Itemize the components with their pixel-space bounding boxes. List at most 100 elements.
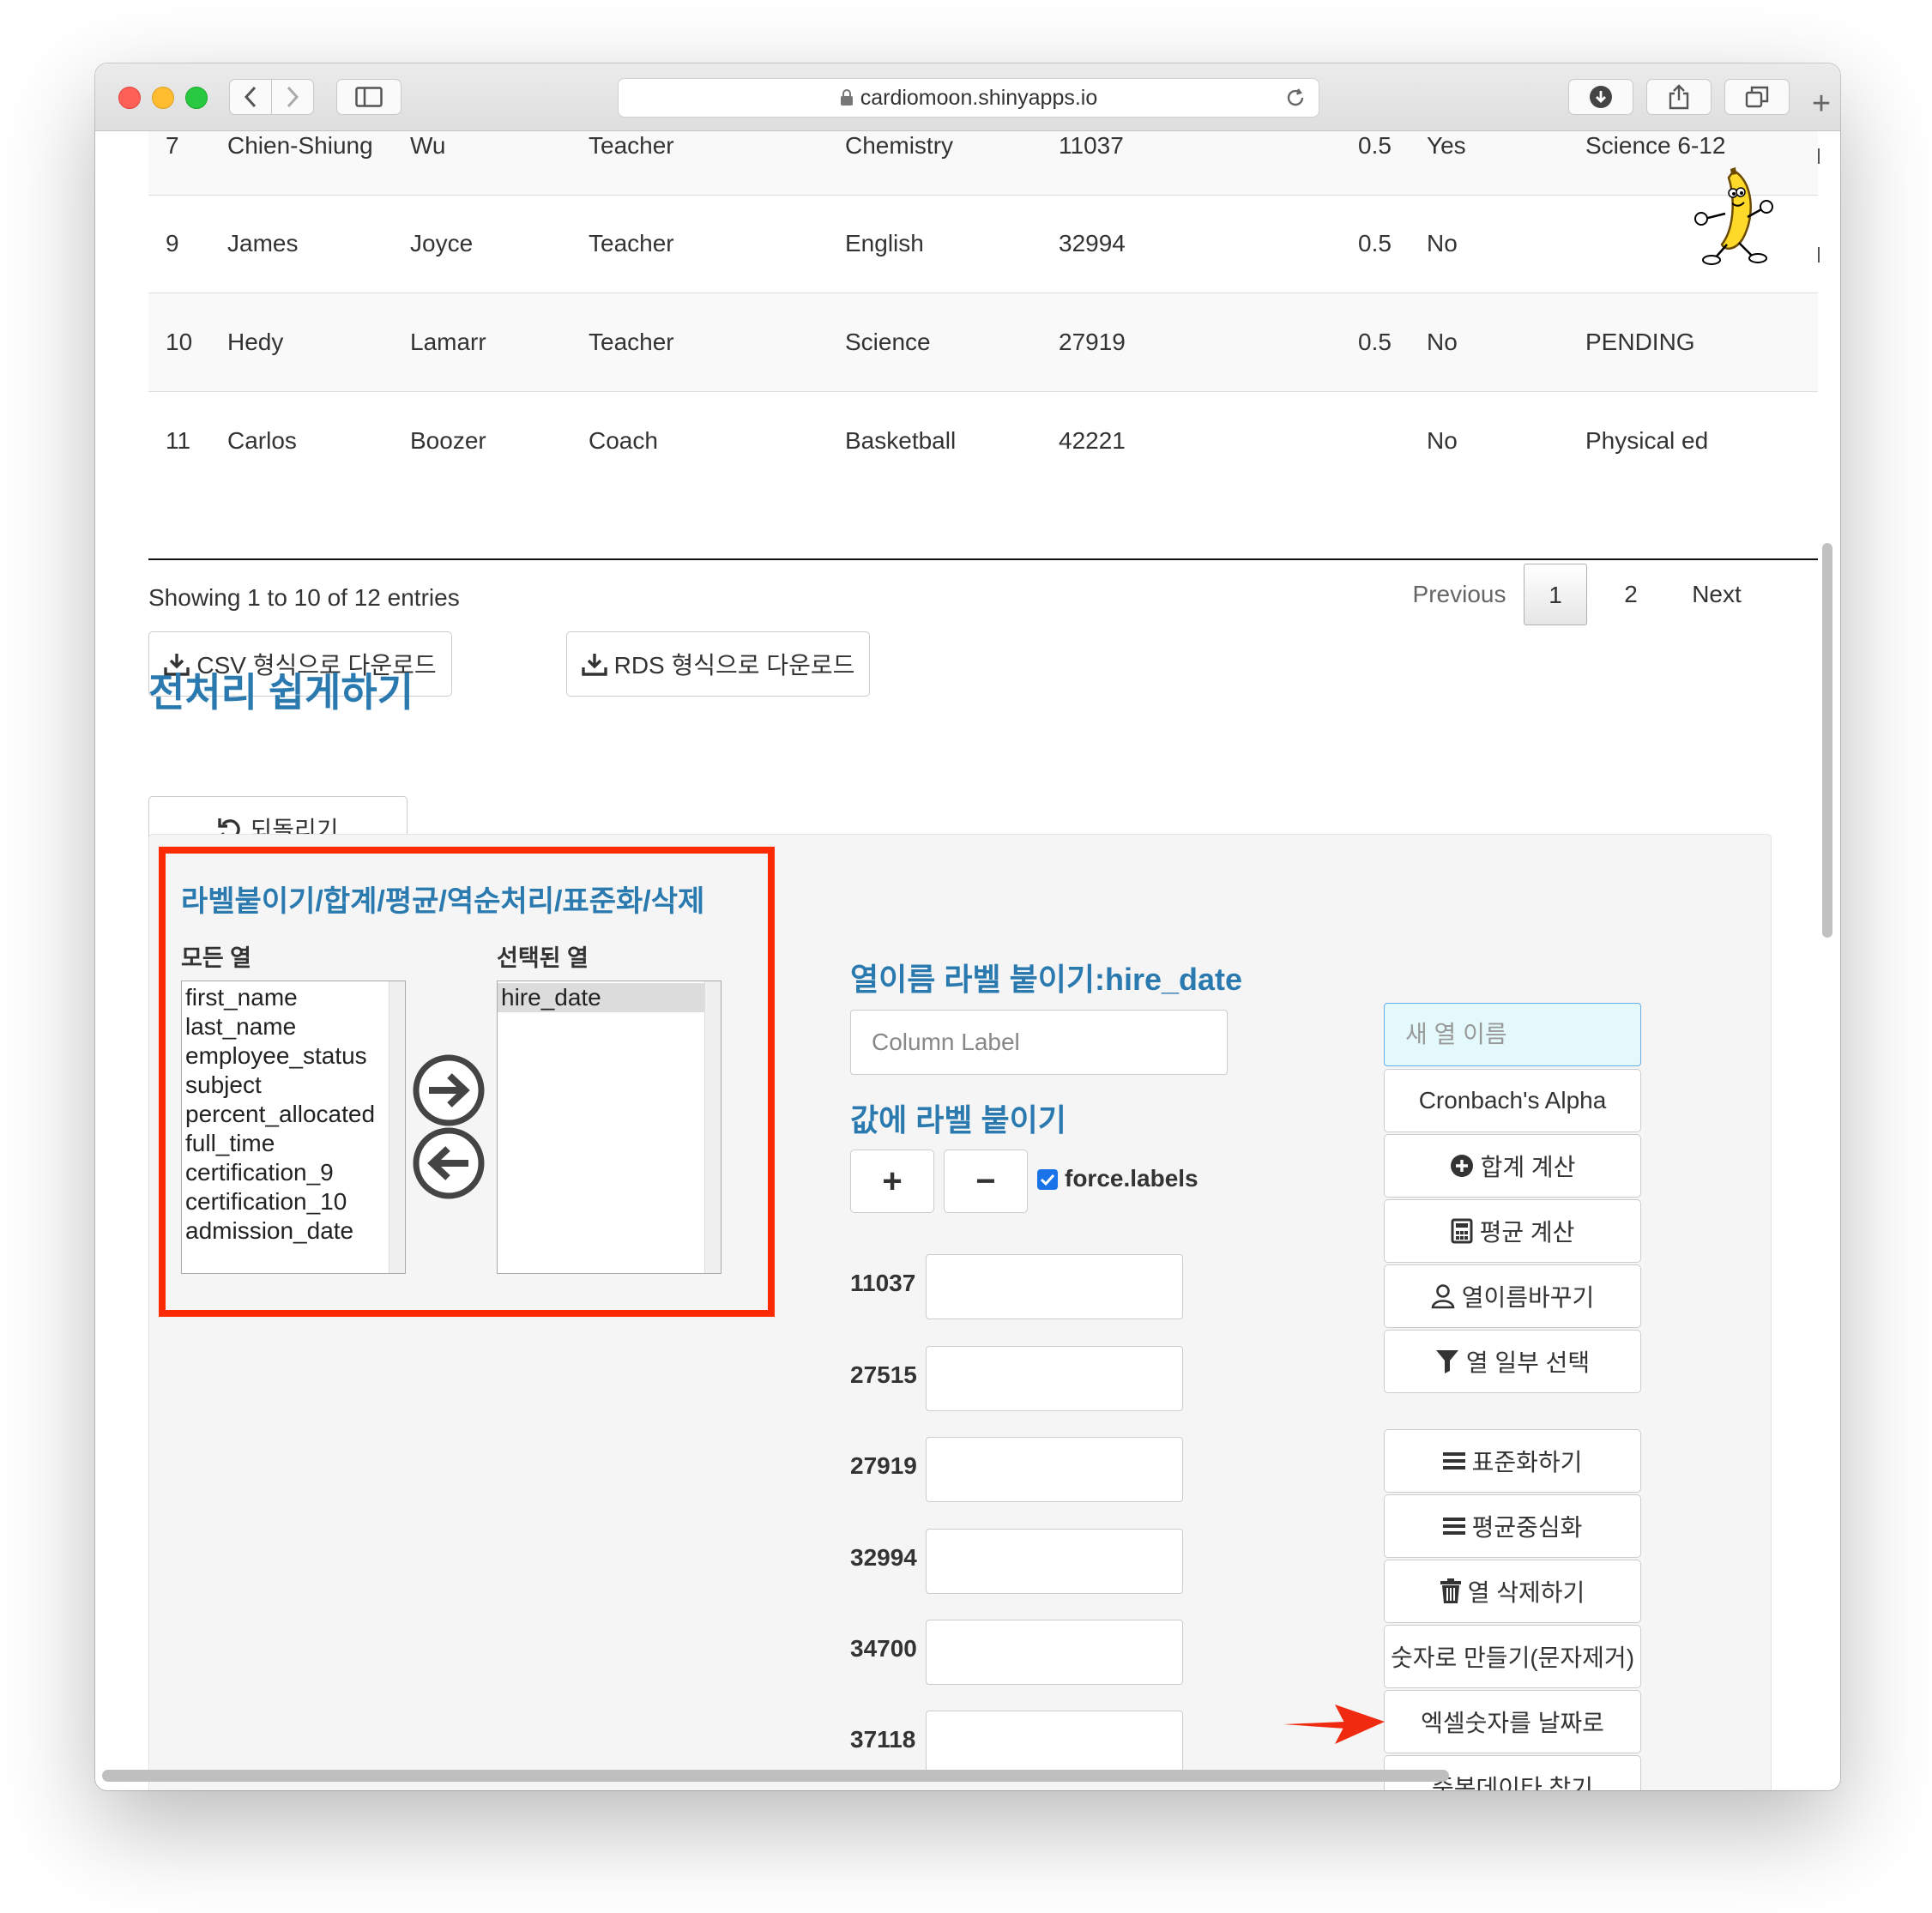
pagination-next[interactable]: Next xyxy=(1669,564,1764,625)
zoom-window-button[interactable] xyxy=(185,87,208,109)
new-column-name-input[interactable] xyxy=(1384,1003,1641,1066)
column-label-input[interactable] xyxy=(850,1010,1228,1075)
standardize-label: 표준화하기 xyxy=(1471,1449,1583,1475)
cell-id: 7 xyxy=(166,132,179,159)
table-bottom-border xyxy=(148,558,1818,560)
cell-subject: Science xyxy=(845,329,931,355)
move-left-arrow-icon[interactable] xyxy=(412,1126,486,1200)
cell-full-time: No xyxy=(1427,230,1458,256)
minimize-window-button[interactable] xyxy=(152,87,174,109)
cell-subject: English xyxy=(845,230,924,256)
user-icon xyxy=(1431,1284,1455,1309)
table-row: 11 Carlos Boozer Coach Basketball 42221 … xyxy=(148,392,1818,490)
cell-hire-date: 27919 xyxy=(1059,329,1126,355)
lock-icon xyxy=(840,89,853,106)
cell-first-name: Hedy xyxy=(227,329,284,355)
value-label-input[interactable] xyxy=(926,1437,1183,1502)
value-label-input[interactable] xyxy=(926,1620,1183,1685)
cronbach-alpha-button[interactable]: Cronbach's Alpha xyxy=(1384,1069,1641,1132)
list-item[interactable]: last_name xyxy=(182,1012,405,1041)
selected-columns-label: 선택된 열 xyxy=(497,945,589,971)
cell-last-name: Joyce xyxy=(410,230,474,256)
list-icon xyxy=(1442,1452,1465,1469)
delete-columns-button[interactable]: 열 삭제하기 xyxy=(1384,1560,1641,1623)
mean-center-label: 평균중심화 xyxy=(1471,1514,1583,1541)
cell-subject: Basketball xyxy=(845,427,957,454)
back-button[interactable] xyxy=(229,79,272,115)
value-label-input[interactable] xyxy=(926,1346,1183,1411)
list-item[interactable]: subject xyxy=(182,1071,405,1100)
close-window-button[interactable] xyxy=(118,87,141,109)
standardize-button[interactable]: 표준화하기 xyxy=(1384,1429,1641,1493)
forward-button[interactable] xyxy=(271,79,314,115)
share-icon xyxy=(1669,84,1689,110)
sidebar-toggle-button[interactable] xyxy=(336,79,401,115)
truncated-column-mark xyxy=(1818,148,1820,164)
select-columns-button[interactable]: 열 일부 선택 xyxy=(1384,1330,1641,1393)
sum-button[interactable]: 합계 계산 xyxy=(1384,1134,1641,1198)
check-icon xyxy=(1040,1174,1055,1186)
all-columns-list[interactable]: first_name last_name employee_status sub… xyxy=(181,981,406,1274)
cell-status: Coach xyxy=(589,427,658,454)
list-item[interactable]: percent_allocated xyxy=(182,1100,405,1129)
list-item[interactable]: certification_9 xyxy=(182,1158,405,1187)
value-label-input[interactable] xyxy=(926,1529,1183,1594)
tabs-icon xyxy=(1745,86,1769,108)
mean-button[interactable]: 평균 계산 xyxy=(1384,1199,1641,1263)
move-right-arrow-icon[interactable] xyxy=(412,1053,486,1127)
list-scrollbar[interactable] xyxy=(704,981,721,1273)
rename-button[interactable]: 열이름바꾸기 xyxy=(1384,1264,1641,1328)
value-label-input[interactable] xyxy=(926,1711,1183,1776)
sum-label: 합계 계산 xyxy=(1480,1154,1576,1180)
cell-status: Teacher xyxy=(589,230,674,256)
vertical-scrollbar[interactable] xyxy=(1822,543,1832,938)
address-bar[interactable]: cardiomoon.shinyapps.io xyxy=(618,78,1319,118)
pagination-previous[interactable]: Previous xyxy=(1382,564,1537,625)
url-text: cardiomoon.shinyapps.io xyxy=(860,85,1098,110)
table-row: 9 James Joyce Teacher English 32994 0.5 … xyxy=(148,195,1818,293)
pagination-page-2[interactable]: 2 xyxy=(1605,564,1657,625)
value-label: 37118 xyxy=(850,1726,916,1753)
list-item[interactable]: admission_date xyxy=(182,1216,405,1246)
cell-id: 11 xyxy=(166,427,191,454)
to-numeric-button[interactable]: 숫자로 만들기(문자제거) xyxy=(1384,1625,1641,1688)
download-rds-button[interactable]: RDS 형식으로 다운로드 xyxy=(566,631,870,697)
downloads-button[interactable] xyxy=(1568,79,1633,115)
list-item[interactable]: certification_10 xyxy=(182,1187,405,1216)
cell-last-name: Wu xyxy=(410,132,446,159)
share-button[interactable] xyxy=(1646,79,1712,115)
list-scrollbar[interactable] xyxy=(389,981,405,1273)
list-item[interactable]: full_time xyxy=(182,1129,405,1158)
cell-certification: PENDING xyxy=(1585,329,1695,355)
table-row: 7 Chien-Shiung Wu Teacher Chemistry 1103… xyxy=(148,131,1818,196)
force-labels-checkbox[interactable] xyxy=(1037,1169,1058,1190)
cell-percent: 0.5 xyxy=(1358,132,1392,159)
remove-label-button[interactable]: − xyxy=(944,1150,1028,1213)
list-item[interactable]: hire_date xyxy=(498,983,705,1012)
sidebar-icon xyxy=(355,87,383,107)
list-item[interactable]: first_name xyxy=(182,983,405,1012)
preprocess-title: 전처리 쉽게하기 xyxy=(148,670,414,715)
table-row: 10 Hedy Lamarr Teacher Science 27919 0.5… xyxy=(148,293,1818,392)
download-circle-icon xyxy=(1590,86,1612,108)
value-label: 34700 xyxy=(850,1635,917,1662)
pagination-page-1[interactable]: 1 xyxy=(1524,564,1587,625)
cell-percent: 0.5 xyxy=(1358,329,1392,355)
cell-id: 10 xyxy=(166,329,193,355)
cell-first-name: James xyxy=(227,230,299,256)
new-tab-button[interactable]: + xyxy=(1802,77,1840,130)
value-label: 32994 xyxy=(850,1544,917,1571)
chevron-right-icon xyxy=(287,86,299,108)
browser-toolbar: cardiomoon.shinyapps.io + xyxy=(95,63,1840,131)
horizontal-scrollbar[interactable] xyxy=(102,1770,1449,1782)
selected-columns-list[interactable]: hire_date xyxy=(497,981,721,1274)
mean-center-button[interactable]: 평균중심화 xyxy=(1384,1494,1641,1558)
list-item[interactable]: employee_status xyxy=(182,1041,405,1071)
select-columns-label: 열 일부 선택 xyxy=(1465,1349,1591,1376)
value-label-input[interactable] xyxy=(926,1254,1183,1319)
browser-window: cardiomoon.shinyapps.io + 7 Chien-Shiung… xyxy=(95,63,1840,1790)
tab-overview-button[interactable] xyxy=(1724,79,1790,115)
excel-to-date-button[interactable]: 엑셀숫자를 날짜로 xyxy=(1384,1690,1641,1753)
add-label-button[interactable]: + xyxy=(850,1150,934,1213)
reload-icon[interactable] xyxy=(1284,87,1307,109)
